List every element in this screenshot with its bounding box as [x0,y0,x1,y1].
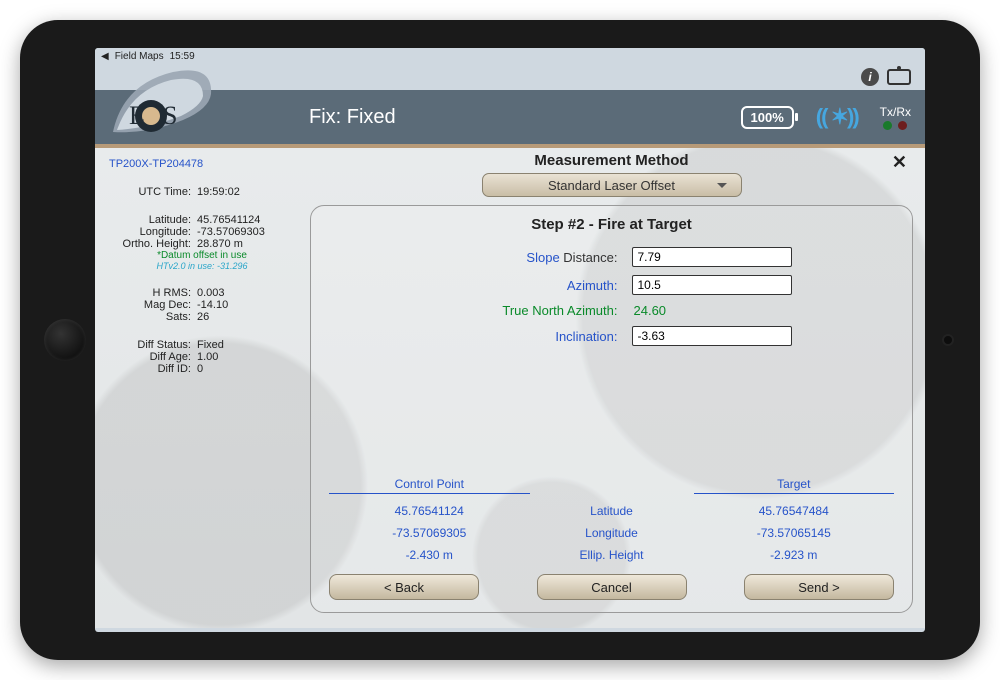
main-area: TP200X-TP204478 UTC Time:19:59:02 Latitu… [95,148,925,628]
orientation-icon[interactable] [887,69,911,85]
info-sidebar: TP200X-TP204478 UTC Time:19:59:02 Latitu… [95,148,305,391]
front-camera [944,336,952,344]
diffstatus-label: Diff Status: [109,339,197,351]
cp-lon: -73.57069305 [329,524,530,542]
target-header: Target [694,477,895,494]
true-north-label: True North Azimuth: [432,303,632,318]
azimuth-label: Azimuth: [432,278,632,293]
cancel-button[interactable]: Cancel [537,574,687,600]
diffage-value: 1.00 [197,351,218,363]
datum-note: *Datum offset in use [109,250,295,261]
txrx-indicator: Tx/Rx [880,105,911,130]
top-strip: i [95,64,925,90]
lat-label: Latitude: [109,214,197,226]
inclination-label: Inclination: [432,329,632,344]
hrms-label: H RMS: [109,287,197,299]
diffid-label: Diff ID: [109,363,197,375]
svg-text:S: S [163,101,177,130]
inclination-input[interactable] [632,326,792,346]
method-dropdown-value: Standard Laser Offset [548,178,675,193]
azimuth-input[interactable] [632,275,792,295]
screen: ◀ Field Maps 15:59 i E S Fix: Fixe [95,48,925,632]
tools-icon[interactable]: ✕ [892,152,907,173]
sats-label: Sats: [109,311,197,323]
fix-status: Fix: Fixed [309,106,396,129]
inputs-group: Slope Distance: Azimuth: True North Azim… [432,247,792,354]
ipad-frame: ◀ Field Maps 15:59 i E S Fix: Fixe [20,20,980,660]
coords-table: Control Point Target 45.76541124 Latitud… [329,477,894,564]
t-lat: 45.76547484 [694,502,895,520]
coord-lat-label: Latitude [542,502,682,520]
measurement-heading: Measurement Method ✕ [310,152,913,169]
step-title: Step #2 - Fire at Target [329,216,894,233]
control-point-header: Control Point [329,477,530,494]
true-north-value: 24.60 [632,303,667,318]
lon-value: -73.57069303 [197,226,265,238]
slope-distance-label: Slope Distance: [432,250,632,265]
ortho-height-value: 28.870 m [197,238,243,250]
diffage-label: Diff Age: [109,351,197,363]
send-button[interactable]: Send > [744,574,894,600]
measurement-heading-text: Measurement Method [534,152,688,169]
diffid-value: 0 [197,363,203,375]
tx-dot [883,121,892,130]
slope-distance-input[interactable] [632,247,792,267]
status-time: 15:59 [170,51,195,62]
ios-status-bar: ◀ Field Maps 15:59 [95,48,925,64]
lon-label: Longitude: [109,226,197,238]
htv-note: HTv2.0 in use: -31.296 [109,261,295,271]
bluetooth-icon[interactable]: (( ✶)) [816,104,858,130]
t-eh: -2.923 m [694,546,895,564]
utc-value: 19:59:02 [197,186,240,198]
cp-eh: -2.430 m [329,546,530,564]
t-lon: -73.57065145 [694,524,895,542]
app-header: E S Fix: Fixed 100% (( ✶)) Tx/Rx [95,90,925,148]
back-button[interactable]: < Back [329,574,479,600]
txrx-label: Tx/Rx [880,105,911,119]
coord-lon-label: Longitude [542,524,682,542]
diffstatus-value: Fixed [197,339,224,351]
measurement-content: Measurement Method ✕ Standard Laser Offs… [310,152,913,620]
info-icon[interactable]: i [861,68,879,86]
ortho-height-label: Ortho. Height: [109,238,197,250]
device-id: TP200X-TP204478 [109,158,295,170]
method-dropdown[interactable]: Standard Laser Offset [482,173,742,197]
battery-value: 100% [751,110,784,125]
button-row: < Back Cancel Send > [329,574,894,600]
lat-value: 45.76541124 [197,214,260,226]
magdec-value: -14.10 [197,299,228,311]
back-to-app-label[interactable]: Field Maps [115,51,164,62]
utc-label: UTC Time: [109,186,197,198]
cp-lat: 45.76541124 [329,502,530,520]
hrms-value: 0.003 [197,287,225,299]
back-to-app-icon[interactable]: ◀ [101,51,109,62]
rx-dot [898,121,907,130]
battery-indicator: 100% [741,106,794,129]
home-button[interactable] [44,319,86,361]
step-panel: Step #2 - Fire at Target Slope Distance:… [310,205,913,613]
svg-text:E: E [129,101,145,130]
sats-value: 26 [197,311,209,323]
coord-eh-label: Ellip. Height [542,546,682,564]
magdec-label: Mag Dec: [109,299,197,311]
